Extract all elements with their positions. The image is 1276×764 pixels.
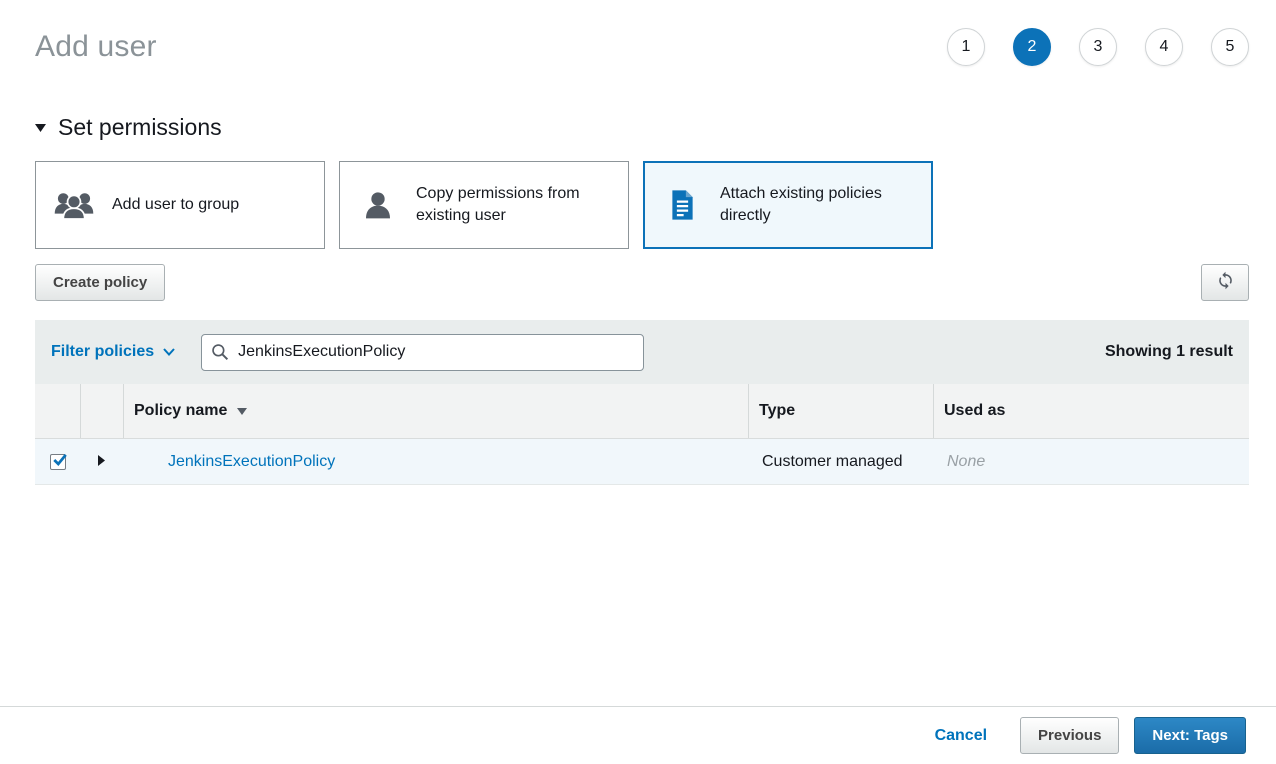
column-header-policy-name[interactable]: Policy name xyxy=(123,384,748,438)
create-policy-button[interactable]: Create policy xyxy=(35,264,166,301)
permission-option-card-add-user-to-group[interactable]: Add user to group xyxy=(35,161,325,249)
permission-option-label: Copy permissions from existing user xyxy=(416,185,580,224)
step-1[interactable]: 1 xyxy=(947,28,985,66)
row-expander[interactable] xyxy=(80,439,123,484)
sort-descending-icon xyxy=(237,402,248,420)
toolbar: Create policy xyxy=(35,264,1249,301)
user-icon xyxy=(356,189,400,221)
step-5[interactable]: 5 xyxy=(1211,28,1249,66)
permission-option-label: Attach existing policies directly xyxy=(720,185,882,224)
permission-option-card-attach-policies[interactable]: Attach existing policies directly xyxy=(643,161,933,249)
policy-document-icon xyxy=(660,189,704,221)
page-header: Add user 1 2 3 4 5 xyxy=(35,24,1249,66)
column-header-policy-name-label: Policy name xyxy=(134,402,228,419)
policy-name-link[interactable]: JenkinsExecutionPolicy xyxy=(123,453,335,470)
chevron-down-icon xyxy=(163,343,175,361)
step-3[interactable]: 3 xyxy=(1079,28,1117,66)
set-permissions-section-header[interactable]: Set permissions xyxy=(35,114,1249,141)
page-title: Add user xyxy=(35,30,157,63)
collapse-caret-icon xyxy=(35,119,46,137)
row-checkbox[interactable] xyxy=(49,453,67,470)
column-header-used-as[interactable]: Used as xyxy=(933,384,1249,438)
filter-policies-dropdown[interactable]: Filter policies xyxy=(51,343,175,361)
cancel-link[interactable]: Cancel xyxy=(935,727,987,745)
expand-caret-icon xyxy=(98,453,105,471)
table-row: JenkinsExecutionPolicy Customer managed … xyxy=(35,439,1249,485)
permission-option-card-copy-permissions[interactable]: Copy permissions from existing user xyxy=(339,161,629,249)
refresh-icon xyxy=(1216,271,1235,294)
section-title: Set permissions xyxy=(58,114,222,140)
policy-search xyxy=(201,333,645,371)
next-tags-button[interactable]: Next: Tags xyxy=(1134,717,1246,754)
search-icon xyxy=(211,343,229,366)
check-icon xyxy=(52,453,67,466)
wizard-footer: Cancel Previous Next: Tags xyxy=(0,706,1276,764)
step-4[interactable]: 4 xyxy=(1145,28,1183,66)
policy-used-as-cell: None xyxy=(947,452,986,470)
main-content: Add user 1 2 3 4 5 Set permissions Add u… xyxy=(0,0,1276,706)
column-header-type[interactable]: Type xyxy=(748,384,933,438)
permission-option-label: Add user to group xyxy=(112,196,240,214)
step-indicator: 1 2 3 4 5 xyxy=(947,28,1249,66)
previous-button[interactable]: Previous xyxy=(1020,717,1120,754)
permission-options: Add user to group Copy permissions from … xyxy=(35,161,1249,249)
row-checkbox-cell xyxy=(35,453,80,470)
filter-bar: Filter policies Showing 1 result xyxy=(35,320,1249,384)
add-user-page: Add user 1 2 3 4 5 Set permissions Add u… xyxy=(0,0,1276,764)
user-group-icon xyxy=(52,190,96,220)
expander-column-header xyxy=(80,384,123,438)
results-count: Showing 1 result xyxy=(1104,343,1233,360)
refresh-button[interactable] xyxy=(1201,264,1249,301)
select-all-column-header xyxy=(35,384,80,438)
step-2[interactable]: 2 xyxy=(1013,28,1051,66)
table-header: Policy name Type Used as xyxy=(35,384,1249,439)
policies-table: Policy name Type Used as JenkinsExecutio… xyxy=(35,384,1249,485)
policy-type-cell: Customer managed xyxy=(762,452,903,470)
filter-policies-label: Filter policies xyxy=(51,343,155,360)
policy-search-input[interactable] xyxy=(201,333,645,371)
